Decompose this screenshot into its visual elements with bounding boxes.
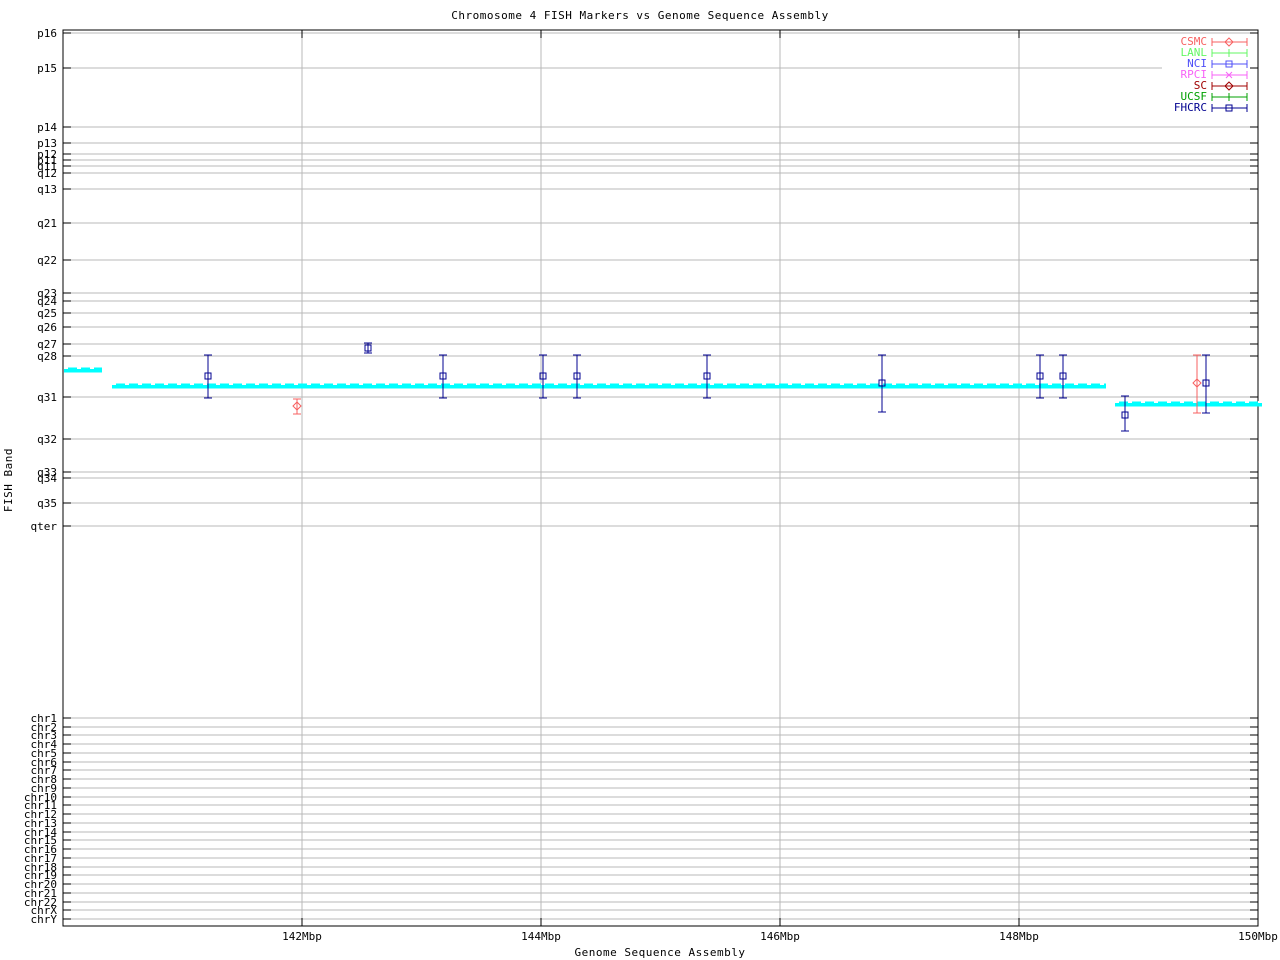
- x-tick-label-144Mbp: 144Mbp: [521, 930, 561, 943]
- y-tick-label-q25: q25: [37, 307, 57, 320]
- y-tick-label-q22: q22: [37, 254, 57, 267]
- y-tick-label-chrY: chrY: [30, 913, 58, 926]
- y-tick-label-p14: p14: [37, 121, 57, 134]
- chart-root: Chromosome 4 FISH Markers vs Genome Sequ…: [0, 0, 1280, 960]
- y-tick-label-q35: q35: [37, 497, 57, 510]
- y-tick-label-q34: q34: [37, 472, 57, 485]
- x-axis-title: Genome Sequence Assembly: [574, 946, 746, 959]
- y-tick-label-q12: q12: [37, 167, 57, 180]
- y-tick-label-q13: q13: [37, 183, 57, 196]
- y-tick-label-q28: q28: [37, 350, 57, 363]
- legend-label-fhcrc: FHCRC: [1173, 101, 1207, 114]
- y-tick-label-q32: q32: [37, 433, 57, 446]
- y-tick-label-p15: p15: [37, 62, 57, 75]
- y-tick-label-q26: q26: [37, 321, 57, 334]
- x-tick-label-148Mbp: 148Mbp: [999, 930, 1039, 943]
- chart-canvas: [62, 29, 1262, 927]
- y-tick-label-q21: q21: [37, 217, 57, 230]
- y-tick-label-q27: q27: [37, 338, 57, 351]
- x-tick-label-142Mbp: 142Mbp: [282, 930, 322, 943]
- x-tick-label-150Mbp: 150Mbp: [1238, 930, 1278, 943]
- x-tick-label-146Mbp: 146Mbp: [760, 930, 800, 943]
- y-tick-label-q24: q24: [37, 295, 57, 308]
- y-tick-label-q31: q31: [37, 391, 57, 404]
- y-tick-label-p16: p16: [37, 27, 57, 40]
- y-tick-label-qter: qter: [30, 520, 58, 533]
- legend-label-rpci: RPCI: [1180, 68, 1208, 81]
- chart-title: Chromosome 4 FISH Markers vs Genome Sequ…: [451, 9, 829, 22]
